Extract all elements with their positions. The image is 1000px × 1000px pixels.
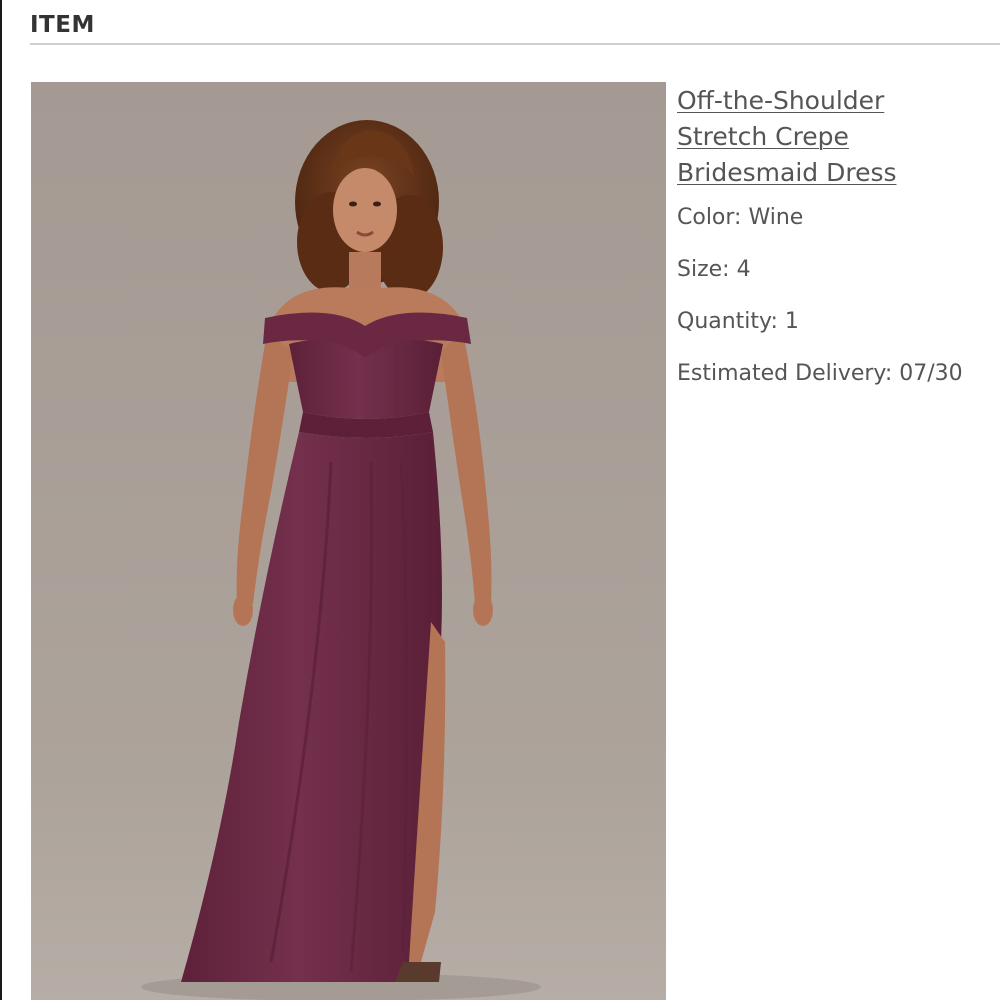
quantity-line: Quantity: 1 <box>677 309 799 334</box>
section-heading: ITEM <box>30 12 95 38</box>
size-line: Size: 4 <box>677 257 751 282</box>
heading-divider <box>30 43 1000 45</box>
order-item-panel: ITEM Off-the-Shoulder Stretch Crepe Brid… <box>0 0 1000 1000</box>
product-image[interactable] <box>31 82 666 1000</box>
item-details: Off-the-Shoulder Stretch Crepe Bridesmai… <box>677 83 1000 386</box>
left-border <box>0 0 2 1000</box>
color-line: Color: Wine <box>677 205 804 230</box>
estimated-delivery-line: Estimated Delivery: 07/30 <box>677 361 963 386</box>
product-name-link[interactable]: Off-the-Shoulder Stretch Crepe Bridesmai… <box>677 83 927 191</box>
dress-photo-illustration <box>31 82 666 1000</box>
